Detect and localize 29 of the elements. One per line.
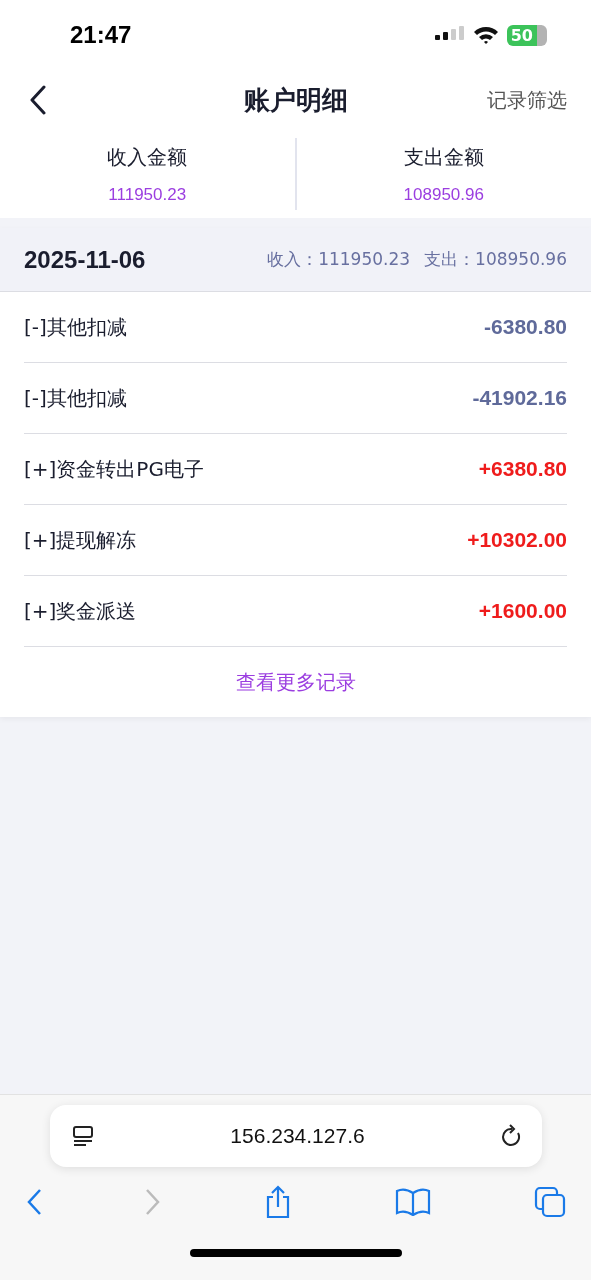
record-name: [+]提现解冻 xyxy=(24,526,137,554)
summary-label: 收入金额 xyxy=(107,143,188,171)
back-icon[interactable] xyxy=(30,85,46,115)
book-icon[interactable] xyxy=(394,1188,431,1216)
address-bar[interactable]: 156.234.127.6 xyxy=(49,1105,542,1167)
summary-label: 支出金额 xyxy=(403,143,484,171)
page-title: 账户明细 xyxy=(243,83,348,117)
summary-value: 111950.23 xyxy=(108,184,187,205)
battery-icon: 50 xyxy=(506,24,547,46)
status-time: 21:47 xyxy=(70,21,132,49)
tabs-icon[interactable] xyxy=(533,1186,566,1218)
day-expense: 支出：108950.96 xyxy=(424,248,567,271)
record-name: [+]资金转出PG电子 xyxy=(24,455,204,483)
record-amount: -6380.80 xyxy=(484,315,567,339)
wifi-icon xyxy=(472,25,499,45)
record-name: [+]奖金派送 xyxy=(24,597,137,625)
record-amount: -41902.16 xyxy=(472,386,567,410)
more-records-link[interactable]: 查看更多记录 xyxy=(235,668,356,696)
filter-link[interactable]: 记录筛选 xyxy=(487,86,567,114)
page-menu-icon[interactable] xyxy=(71,1125,94,1147)
record-name: [-]其他扣减 xyxy=(24,384,127,412)
summary-value: 108950.96 xyxy=(403,184,484,205)
day-date: 2025-11-06 xyxy=(24,245,146,274)
record-amount: +6380.80 xyxy=(478,457,567,481)
record-amount: +1600.00 xyxy=(478,599,567,623)
address-text: 156.234.127.6 xyxy=(230,1124,365,1148)
day-income: 收入：111950.23 xyxy=(267,248,411,271)
record-name: [-]其他扣减 xyxy=(24,313,127,341)
record-amount: +10302.00 xyxy=(467,528,567,552)
